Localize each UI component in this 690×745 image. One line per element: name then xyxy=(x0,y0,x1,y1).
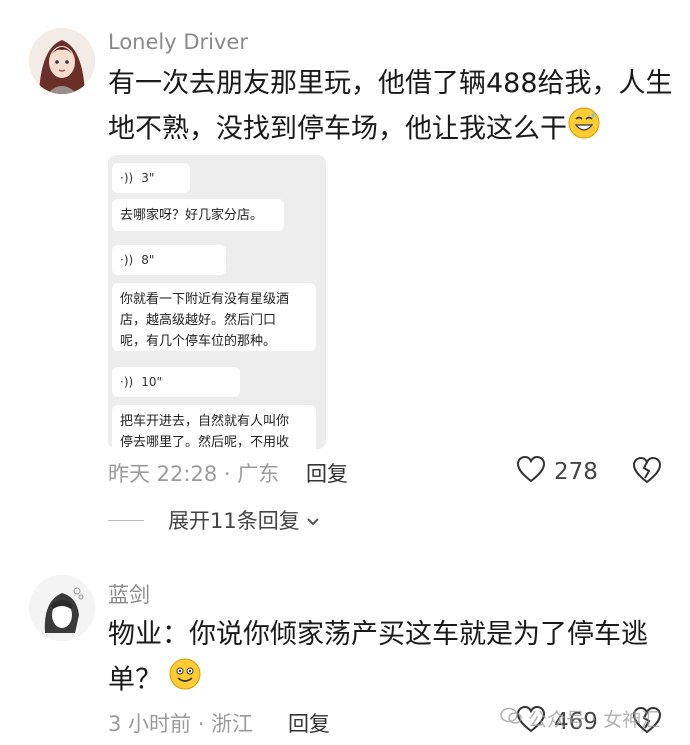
expand-replies-button[interactable]: 展开11条回复 xyxy=(108,505,320,535)
comment-text-line: 有一次去朋友那里玩，他借了辆488给我，人生 xyxy=(108,68,673,99)
smiling-emoji xyxy=(168,657,202,705)
chat-message: 把车开进去，自然就有人叫你 停去哪里了。然后呢，不用收 xyxy=(112,405,316,449)
comment-text-line: 物业：你说你倾家荡产买这车就是为了停车逃 xyxy=(108,619,648,650)
divider xyxy=(108,519,144,521)
comment-text: 物业：你说你倾家荡产买这车就是为了停车逃 单？ xyxy=(108,613,678,705)
chat-message: 你就看一下附近有没有星级酒 店，越高级越好。然后门口 呢，有几个停车位的那种。 xyxy=(112,283,316,351)
voice-message[interactable]: ⋅)) 10" xyxy=(112,367,240,397)
like-count: 278 xyxy=(554,459,598,485)
reply-button[interactable]: 回复 xyxy=(306,458,348,488)
voice-message[interactable]: ⋅)) 8" xyxy=(112,245,226,275)
voice-icon: ⋅)) xyxy=(120,170,134,185)
comment-text-line: 地不熟，没找到停车场，他让我这么干 xyxy=(108,106,678,154)
broken-heart-icon xyxy=(632,456,662,488)
time-location: 昨天 22:28 · 广东 xyxy=(108,462,280,486)
time-location: 3 小时前 · 浙江 xyxy=(108,712,254,736)
avatar[interactable] xyxy=(29,575,95,641)
comment-text: 有一次去朋友那里玩，他借了辆488给我，人生 地不熟，没找到停车场，他让我这么干 xyxy=(108,62,678,154)
dislike-button[interactable] xyxy=(632,456,662,488)
chat-message: 去哪家呀？好几家分店。 xyxy=(112,199,284,231)
voice-icon: ⋅)) xyxy=(120,252,134,267)
chevron-down-icon xyxy=(306,508,320,532)
watermark: 公众号 · 女神汇 xyxy=(500,705,660,732)
reply-button[interactable]: 回复 xyxy=(288,708,330,738)
voice-message[interactable]: ⋅)) 3" xyxy=(112,163,190,193)
username[interactable]: Lonely Driver xyxy=(108,30,248,54)
username[interactable]: 蓝剑 xyxy=(108,579,150,609)
like-button[interactable]: 278 xyxy=(516,455,598,489)
grinning-sweat-emoji xyxy=(567,106,601,154)
voice-icon: ⋅)) xyxy=(120,374,134,389)
comment-text-line: 单？ xyxy=(108,657,678,705)
chat-screenshot-image[interactable]: ⋅)) 3" 去哪家呀？好几家分店。 ⋅)) 8" 你就看一下附近有没有星级酒 店，… xyxy=(108,155,326,449)
wechat-icon xyxy=(500,707,522,730)
avatar[interactable] xyxy=(29,28,95,94)
heart-outline-icon xyxy=(516,455,546,489)
